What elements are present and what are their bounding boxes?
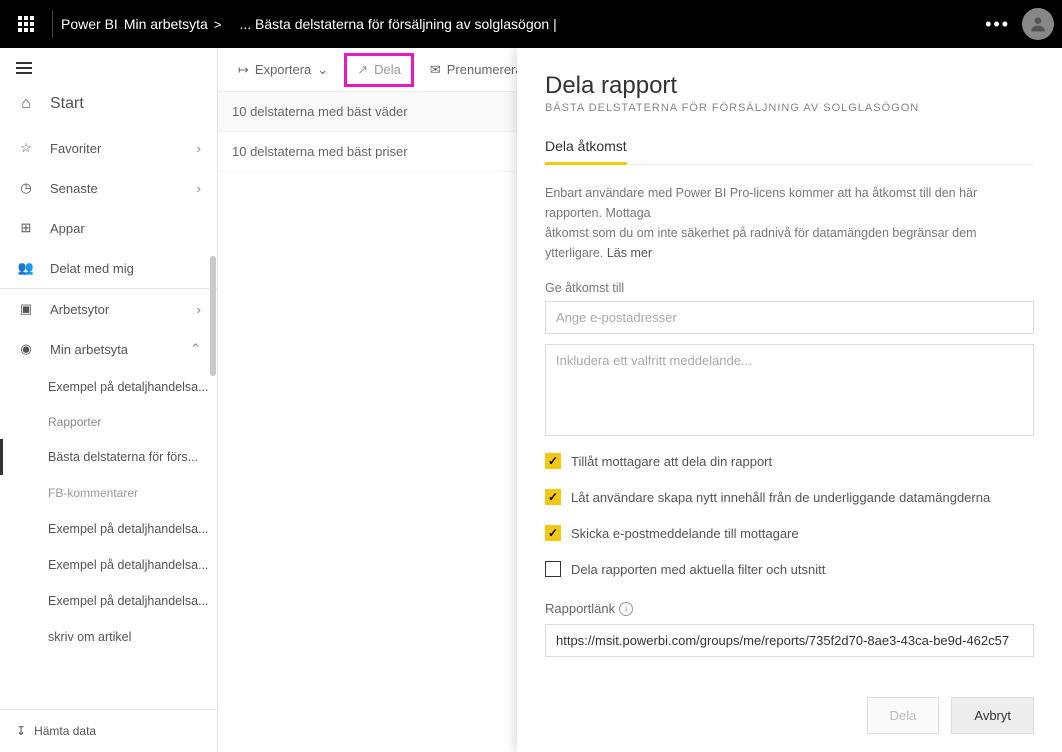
panel-title: Dela rapport bbox=[545, 72, 1034, 100]
checkbox-allow-build[interactable] bbox=[545, 489, 561, 505]
sidebar-item[interactable]: Exempel på detaljhandelsa... bbox=[0, 511, 217, 547]
chevron-right-icon: › bbox=[197, 141, 201, 156]
nav-shared[interactable]: 👥 Delat med mig bbox=[0, 248, 217, 288]
share-submit-button[interactable]: Dela bbox=[867, 697, 940, 734]
sidebar-item[interactable]: Exempel på detaljhandelsa... bbox=[0, 369, 217, 405]
scrollbar[interactable] bbox=[210, 256, 216, 376]
export-button[interactable]: ↦ Exportera ⌄ bbox=[226, 54, 340, 86]
app-header: Power BI Min arbetsyta > ... Bästa delst… bbox=[0, 0, 1062, 48]
apps-icon: ⊞ bbox=[16, 220, 36, 236]
nav-start[interactable]: ⌂ Start bbox=[0, 88, 217, 128]
sidebar-item[interactable]: Exempel på detaljhandelsa... bbox=[0, 583, 217, 619]
panel-subtitle: BÄSTA DELSTATERNA FÖR FÖRSÄLJNING AV SOL… bbox=[545, 102, 1034, 114]
app-launcher-icon[interactable] bbox=[8, 6, 44, 42]
share-icon: ↗ bbox=[357, 62, 368, 78]
breadcrumb-separator: > bbox=[214, 17, 222, 32]
breadcrumb-workspace[interactable]: Min arbetsyta bbox=[124, 16, 208, 32]
sidebar-item[interactable]: skriv om artikel bbox=[0, 619, 217, 655]
report-link-label: Rapportlänk i bbox=[545, 601, 1034, 616]
star-icon: ☆ bbox=[16, 140, 36, 156]
nav-my-workspace[interactable]: ◉ Min arbetsyta ⌃ bbox=[0, 329, 217, 369]
checkbox-allow-reshare[interactable] bbox=[545, 453, 561, 469]
tab-share-access[interactable]: Dela åtkomst bbox=[545, 132, 627, 164]
sidebar-section-header: Rapporter bbox=[0, 405, 217, 439]
people-icon: 👥 bbox=[16, 260, 36, 276]
chevron-down-icon: ⌄ bbox=[317, 62, 328, 78]
nav-apps[interactable]: ⊞ Appar bbox=[0, 208, 217, 248]
nav-favorites[interactable]: ☆ Favoriter › bbox=[0, 128, 217, 168]
export-icon: ↦ bbox=[238, 62, 249, 78]
mail-icon: ✉ bbox=[430, 62, 441, 78]
learn-more-link[interactable]: Läs mer bbox=[607, 246, 652, 260]
access-label: Ge åtkomst till bbox=[545, 281, 1034, 295]
breadcrumb-app[interactable]: Power BI bbox=[61, 16, 118, 32]
share-button[interactable]: ↗ Dela bbox=[344, 53, 414, 87]
user-avatar[interactable] bbox=[1022, 8, 1054, 40]
chevron-up-icon: ⌃ bbox=[190, 341, 201, 357]
email-input[interactable] bbox=[545, 301, 1034, 334]
clock-icon: ◷ bbox=[16, 180, 36, 196]
sidebar-item[interactable]: Exempel på detaljhandelsa... bbox=[0, 547, 217, 583]
nav-workspaces[interactable]: ▣ Arbetsytor › bbox=[0, 289, 217, 329]
more-icon[interactable]: ••• bbox=[985, 14, 1010, 35]
checkbox-current-filters[interactable] bbox=[545, 561, 561, 577]
sidebar-item-active[interactable]: Bästa delstaterna för förs... bbox=[0, 439, 217, 475]
report-link-input[interactable] bbox=[545, 624, 1034, 657]
breadcrumb-report[interactable]: ... Bästa delstaterna för försäljning av… bbox=[239, 16, 556, 32]
divider bbox=[52, 10, 53, 38]
checkbox-send-email[interactable] bbox=[545, 525, 561, 541]
workspace-icon: ▣ bbox=[16, 301, 36, 317]
sidebar-item[interactable]: FB-kommentarer bbox=[0, 475, 217, 511]
person-icon: ◉ bbox=[16, 341, 36, 357]
chevron-right-icon: › bbox=[197, 181, 201, 196]
home-icon: ⌂ bbox=[16, 95, 36, 113]
download-icon: ↧ bbox=[16, 724, 26, 738]
chevron-right-icon: › bbox=[197, 302, 201, 317]
share-report-panel: Dela rapport BÄSTA DELSTATERNA FÖR FÖRSÄ… bbox=[517, 48, 1062, 752]
cancel-button[interactable]: Avbryt bbox=[951, 697, 1034, 734]
navigation-sidebar: ⌂ Start ☆ Favoriter › ◷ Senaste › ⊞ Appa… bbox=[0, 48, 218, 752]
get-data-button[interactable]: ↧ Hämta data bbox=[0, 709, 217, 752]
message-textarea[interactable] bbox=[545, 344, 1034, 436]
panel-description: Enbart användare med Power BI Pro-licens… bbox=[545, 183, 1034, 263]
info-icon[interactable]: i bbox=[619, 602, 633, 616]
hamburger-icon[interactable] bbox=[0, 48, 217, 88]
nav-recent[interactable]: ◷ Senaste › bbox=[0, 168, 217, 208]
